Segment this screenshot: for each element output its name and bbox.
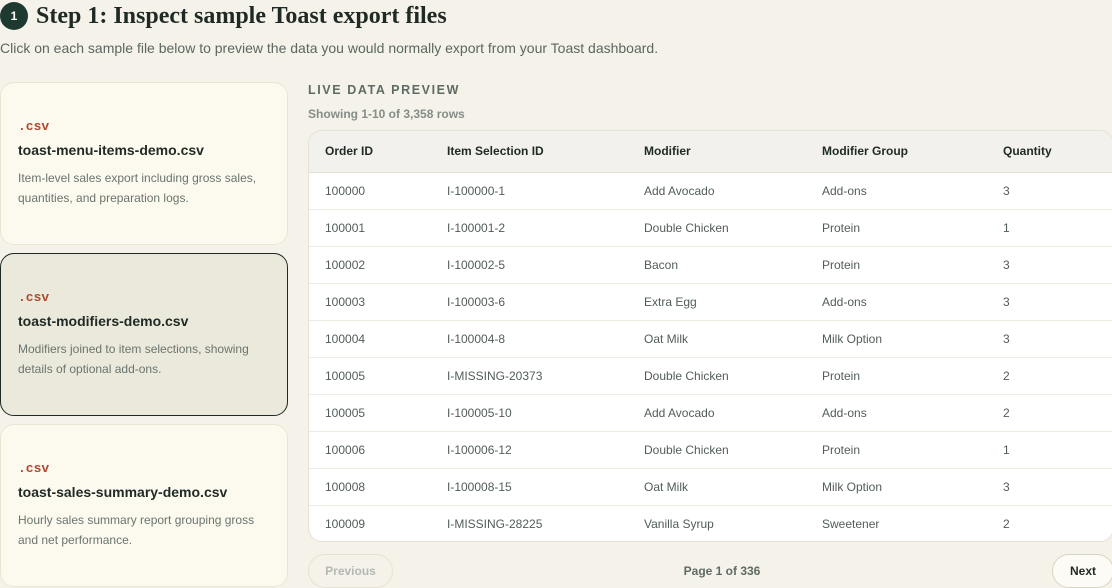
cell-modifier-group: Milk Option — [806, 319, 987, 357]
file-name: toast-menu-items-demo.csv — [18, 142, 204, 158]
page-title: Step 1: Inspect sample Toast export file… — [36, 2, 447, 29]
table-row: 100009 I-MISSING-28225 Vanilla Syrup Swe… — [309, 504, 1112, 541]
cell-quantity: 3 — [987, 319, 1112, 357]
cell-quantity: 2 — [987, 393, 1112, 431]
cell-modifier-group: Protein — [806, 245, 987, 283]
data-preview-table: Order ID Item Selection ID Modifier Modi… — [309, 131, 1112, 541]
file-card-modifiers[interactable]: .csv toast-modifiers-demo.csv Modifiers … — [0, 253, 288, 416]
cell-order-id: 100009 — [309, 504, 431, 541]
cell-modifier: Extra Egg — [628, 282, 806, 320]
cell-quantity: 3 — [1003, 183, 1010, 198]
preview-section-label: LIVE DATA PREVIEW — [308, 83, 460, 97]
file-name: toast-modifiers-demo.csv — [18, 313, 189, 329]
cell-quantity: 3 — [987, 467, 1112, 505]
file-extension-label: .csv — [18, 290, 50, 305]
table-header-row: Order ID Item Selection ID Modifier Modi… — [309, 131, 1112, 173]
page-indicator: Page 1 of 336 — [683, 564, 761, 578]
cell-modifier-group: Milk Option — [806, 467, 987, 505]
next-page-button[interactable]: Next — [1052, 554, 1112, 588]
column-header-quantity: Quantity — [987, 131, 1112, 173]
cell-order-id: 100005 — [309, 393, 431, 431]
cell-modifier: Vanilla Syrup — [628, 504, 806, 541]
cell-order-id: 100008 — [309, 467, 431, 505]
cell-order-id: 100002 — [309, 245, 431, 283]
cell-item-selection-id: I-100005-10 — [431, 393, 628, 431]
cell-modifier-group: Add-ons — [806, 393, 987, 431]
cell-modifier-group: Add-ons — [806, 282, 987, 320]
cell-modifier: Double Chicken — [628, 430, 806, 468]
cell-modifier: Oat Milk — [628, 467, 806, 505]
cell-item-selection-id: I-100006-12 — [431, 430, 628, 468]
table-row: 100005 I-MISSING-20373 Double Chicken Pr… — [309, 356, 1112, 394]
data-preview-table-container[interactable]: Order ID Item Selection ID Modifier Modi… — [308, 130, 1112, 542]
cell-order-id: 100003 — [309, 282, 431, 320]
cell-modifier: Oat Milk — [628, 319, 806, 357]
table-row: 100005 I-100005-10 Add Avocado Add-ons 2 — [309, 393, 1112, 431]
cell-quantity: 2 — [987, 356, 1112, 394]
cell-modifier-group: Protein — [806, 208, 987, 246]
rows-info: Showing 1-10 of 3,358 rows — [308, 107, 465, 121]
cell-quantity: 1 — [987, 208, 1112, 246]
page-header: 1 Step 1: Inspect sample Toast export fi… — [0, 2, 447, 30]
cell-item-selection-id: I-100002-5 — [431, 245, 628, 283]
cell-quantity: 2 — [987, 504, 1112, 541]
cell-item-selection-id: I-MISSING-20373 — [431, 356, 628, 394]
table-row: 100004 I-100004-8 Oat Milk Milk Option 3 — [309, 319, 1112, 357]
column-header-order-id: Order ID — [309, 131, 431, 173]
cell-order-id: 100006 — [309, 430, 431, 468]
cell-modifier-group: Protein — [806, 356, 987, 394]
cell-modifier-group: Protein — [806, 430, 987, 468]
cell-order-id: 100000 — [325, 183, 366, 198]
table-row: 100002 I-100002-5 Bacon Protein 3 — [309, 245, 1112, 283]
file-extension-label: .csv — [18, 119, 50, 134]
table-row: 100006 I-100006-12 Double Chicken Protei… — [309, 430, 1112, 468]
cell-item-selection-id: I-100001-2 — [431, 208, 628, 246]
cell-item-selection-id: I-100000-1 — [447, 183, 506, 198]
cell-modifier: Double Chicken — [628, 356, 806, 394]
previous-page-button[interactable]: Previous — [308, 554, 393, 588]
cell-order-id: 100004 — [309, 319, 431, 357]
cell-quantity: 3 — [987, 245, 1112, 283]
file-name: toast-sales-summary-demo.csv — [18, 484, 228, 500]
page-subtitle: Click on each sample file below to previ… — [0, 40, 659, 56]
cell-order-id: 100005 — [309, 356, 431, 394]
cell-item-selection-id: I-100008-15 — [431, 467, 628, 505]
cell-item-selection-id: I-100003-6 — [431, 282, 628, 320]
file-description: Item-level sales export including gross … — [18, 171, 257, 205]
file-description: Modifiers joined to item selections, sho… — [18, 342, 249, 376]
column-header-modifier-group: Modifier Group — [806, 131, 987, 173]
cell-item-selection-id: I-MISSING-28225 — [431, 504, 628, 541]
column-header-modifier: Modifier — [628, 131, 806, 173]
cell-modifier-group: Sweetener — [806, 504, 987, 541]
cell-modifier: Add Avocado — [628, 393, 806, 431]
cell-modifier: Bacon — [628, 245, 806, 283]
cell-item-selection-id: I-100004-8 — [431, 319, 628, 357]
file-description: Hourly sales summary report grouping gro… — [18, 513, 255, 547]
file-extension-label: .csv — [18, 461, 50, 476]
file-card-sales-summary[interactable]: .csv toast-sales-summary-demo.csv Hourly… — [0, 424, 288, 587]
step-number-badge: 1 — [0, 2, 28, 30]
cell-order-id: 100001 — [309, 208, 431, 246]
cell-modifier-group: Add-ons — [822, 183, 867, 198]
file-card-menu-items[interactable]: .csv toast-menu-items-demo.csv Item-leve… — [0, 82, 288, 245]
table-row: 100008 I-100008-15 Oat Milk Milk Option … — [309, 467, 1112, 505]
cell-quantity: 3 — [987, 282, 1112, 320]
table-row: 100000 I-100000-1 Add Avocado Add-ons 3 — [309, 172, 1112, 209]
cell-modifier: Add Avocado — [644, 183, 715, 198]
cell-modifier: Double Chicken — [628, 208, 806, 246]
table-row: 100001 I-100001-2 Double Chicken Protein… — [309, 208, 1112, 246]
cell-quantity: 1 — [987, 430, 1112, 468]
column-header-item-selection-id: Item Selection ID — [431, 131, 628, 173]
table-row: 100003 I-100003-6 Extra Egg Add-ons 3 — [309, 282, 1112, 320]
